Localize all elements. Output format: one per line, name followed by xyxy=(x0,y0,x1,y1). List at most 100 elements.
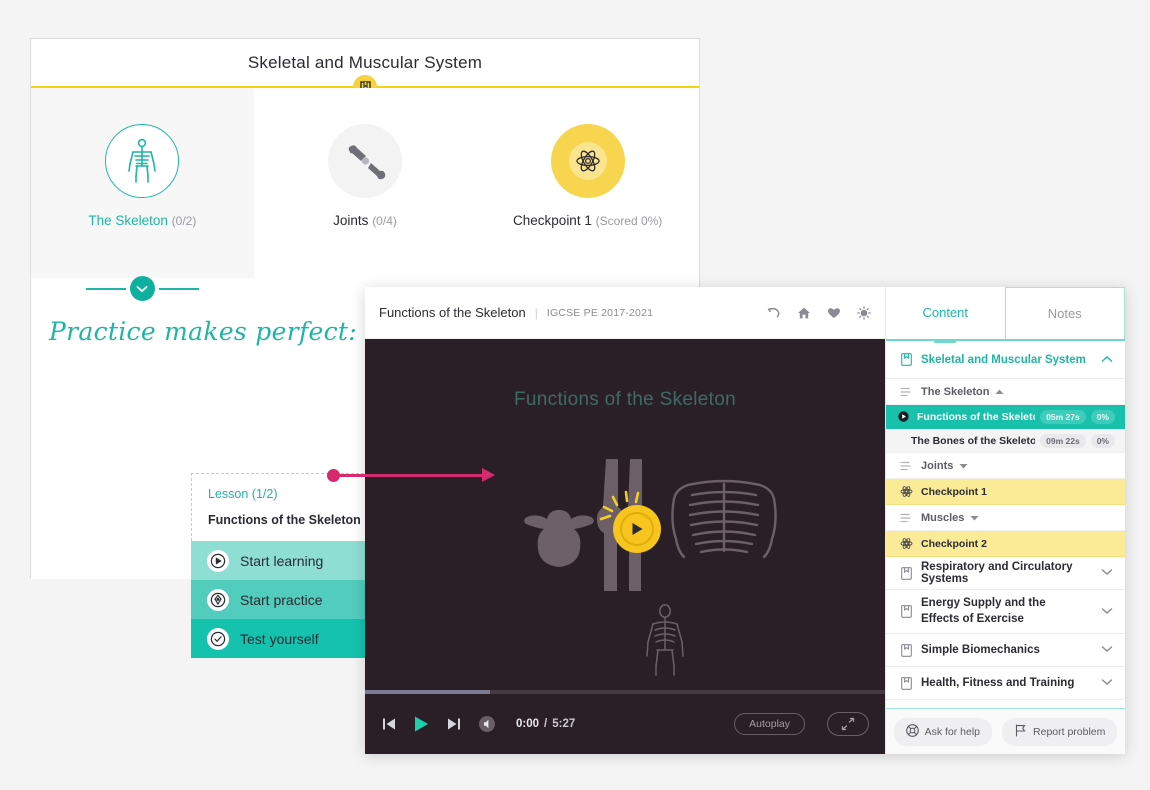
lesson-title: Functions of the Skeleton xyxy=(208,513,361,527)
screen-root: Skeletal and Muscular System The Skeleto… xyxy=(0,0,1150,790)
start-learning-button[interactable]: Start learning xyxy=(191,541,389,580)
full-skeleton-image xyxy=(646,604,684,676)
skeleton-icon xyxy=(105,124,180,198)
fullscreen-button[interactable] xyxy=(827,712,869,736)
sidebar-section-skeletal-and-muscular-system[interactable]: Skeletal and Muscular System xyxy=(886,341,1125,379)
caret-down-icon[interactable] xyxy=(970,512,979,524)
atom-icon xyxy=(550,124,625,198)
play-button[interactable] xyxy=(613,505,661,553)
target-circle-icon xyxy=(207,588,229,611)
sidebar-section-energy-supply-and-the-effects-of-exercise[interactable]: Energy Supply and the Effects of Exercis… xyxy=(886,590,1125,634)
video-stage[interactable]: Functions of the Skeleton xyxy=(365,339,885,690)
chevron-down-icon[interactable] xyxy=(1101,644,1113,656)
collapse-topic-row xyxy=(31,276,253,301)
start-learning-label: Start learning xyxy=(240,552,324,569)
topic-nodes: The Skeleton (0/2) Joints (0/4) Checkpoi… xyxy=(31,88,699,278)
sidebar-checkpoint-label: Checkpoint 1 xyxy=(921,485,987,498)
player-course-code: IGCSE PE 2017-2021 xyxy=(546,306,654,319)
tab-content[interactable]: Content xyxy=(886,287,1005,339)
sidebar-lesson-functions-of-the-skeleton[interactable]: Functions of the Skeleton 05m 27s 0% xyxy=(886,405,1125,429)
book-icon xyxy=(898,643,914,657)
play-icon xyxy=(620,512,654,546)
sidebar-section-label: Respiratory and Circulatory Systems xyxy=(921,561,1073,585)
tab-notes[interactable]: Notes xyxy=(1004,287,1125,339)
test-yourself-label: Test yourself xyxy=(240,630,319,647)
sidebar-lesson-label: Functions of the Skeleton xyxy=(917,410,1036,423)
book-icon xyxy=(898,605,914,618)
sidebar-group-label: Muscles xyxy=(921,511,965,524)
sidebar-group-the-skeleton[interactable]: The Skeleton xyxy=(886,379,1125,405)
sidebar-group-muscles[interactable]: Muscles xyxy=(886,505,1125,531)
topic-node-checkpoint-1[interactable]: Checkpoint 1 (Scored 0%) xyxy=(476,88,699,278)
book-icon xyxy=(898,676,914,690)
sidebar-group-joints[interactable]: Joints xyxy=(886,453,1125,479)
player-header-separator: | xyxy=(534,305,538,320)
book-icon xyxy=(898,566,914,580)
sidebar-footer: Ask for help Report problem xyxy=(886,708,1125,754)
video-player-column: Functions of the Skeleton | IGCSE PE 201… xyxy=(365,287,885,754)
topic-node-the-skeleton[interactable]: The Skeleton (0/2) xyxy=(31,88,254,278)
sidebar-section-simple-biomechanics[interactable]: Simple Biomechanics xyxy=(886,634,1125,667)
video-play-overlay[interactable] xyxy=(597,489,669,561)
brightness-icon[interactable] xyxy=(857,305,871,320)
sidebar-checkpoint-1[interactable]: Checkpoint 1 xyxy=(886,479,1125,505)
video-controls: 0:00 / 5:27 Autoplay xyxy=(365,694,885,754)
chevron-down-icon[interactable] xyxy=(1101,567,1113,579)
joint-bones-icon xyxy=(328,124,402,198)
list-icon xyxy=(898,513,914,523)
sidebar-lesson-the-bones-of-the-skeleton[interactable]: The Bones of the Skeleton 09m 22s 0% xyxy=(886,429,1125,453)
list-icon xyxy=(898,387,914,397)
play-dot-icon xyxy=(898,411,911,422)
start-practice-label: Start practice xyxy=(240,591,323,608)
chevron-down-icon[interactable] xyxy=(1101,606,1113,618)
lesson-card: Lesson (1/2) Functions of the Skeleton S… xyxy=(191,473,389,658)
lesson-player-window: Functions of the Skeleton | IGCSE PE 201… xyxy=(365,287,1125,754)
sidebar-lesson-duration: 09m 22s xyxy=(1040,433,1086,448)
sidebar-group-label: Joints xyxy=(921,459,954,472)
topic-node-joints[interactable]: Joints (0/4) xyxy=(254,88,477,278)
chevron-up-icon[interactable] xyxy=(1101,354,1113,366)
start-practice-button[interactable]: Start practice xyxy=(191,580,389,619)
practice-heading: Practice makes perfect: xyxy=(49,316,357,346)
topic-node-label: Checkpoint 1 (Scored 0%) xyxy=(513,213,663,228)
content-sidebar: Content Notes Skeletal and Muscular Syst… xyxy=(885,287,1125,754)
report-problem-label: Report problem xyxy=(1033,725,1106,738)
sidebar-section-label: Energy Supply and the Effects of Exercis… xyxy=(921,596,1046,625)
home-icon[interactable] xyxy=(797,306,811,320)
test-yourself-button[interactable]: Test yourself xyxy=(191,619,389,658)
atom-icon xyxy=(898,537,914,550)
video-time-separator: / xyxy=(544,718,548,730)
play-icon[interactable] xyxy=(413,715,430,733)
video-progress-bar[interactable] xyxy=(365,690,885,694)
sidebar-checkpoint-2[interactable]: Checkpoint 2 xyxy=(886,531,1125,557)
sidebar-list[interactable]: Skeletal and Muscular System The Skeleto… xyxy=(886,341,1125,708)
ask-for-help-label: Ask for help xyxy=(924,725,981,738)
heart-icon[interactable] xyxy=(827,306,841,319)
topic-node-label: The Skeleton (0/2) xyxy=(88,213,197,228)
caret-down-icon[interactable] xyxy=(959,460,968,472)
autoplay-toggle[interactable]: Autoplay xyxy=(734,713,805,735)
chevron-down-icon[interactable] xyxy=(1101,677,1113,689)
sidebar-lesson-score: 0% xyxy=(1090,409,1115,424)
skip-next-icon[interactable] xyxy=(446,716,462,732)
sidebar-section-health-fitness-and-training[interactable]: Health, Fitness and Training xyxy=(886,667,1125,700)
sidebar-section-respiratory-and-circulatory-systems[interactable]: Respiratory and Circulatory Systems xyxy=(886,557,1125,590)
ask-for-help-button[interactable]: Ask for help xyxy=(893,717,993,746)
check-circle-icon xyxy=(207,627,229,650)
lifebuoy-icon xyxy=(905,723,919,740)
volume-icon[interactable] xyxy=(478,715,496,733)
player-header: Functions of the Skeleton | IGCSE PE 201… xyxy=(365,287,885,339)
video-current-time: 0:00 xyxy=(516,718,540,730)
page-title: Skeletal and Muscular System xyxy=(247,52,483,72)
skip-previous-icon[interactable] xyxy=(381,716,397,732)
chevron-down-icon[interactable] xyxy=(129,276,155,301)
sidebar-tabs: Content Notes xyxy=(886,287,1125,339)
report-problem-button[interactable]: Report problem xyxy=(1002,717,1118,746)
topic-node-label: Joints (0/4) xyxy=(333,213,397,228)
sidebar-section-label: Health, Fitness and Training xyxy=(921,677,1075,689)
undo-icon[interactable] xyxy=(767,306,781,320)
atom-icon xyxy=(898,485,914,498)
play-circle-icon xyxy=(207,549,229,572)
caret-up-icon[interactable] xyxy=(995,386,1004,398)
sidebar-group-label: The Skeleton xyxy=(921,385,990,398)
